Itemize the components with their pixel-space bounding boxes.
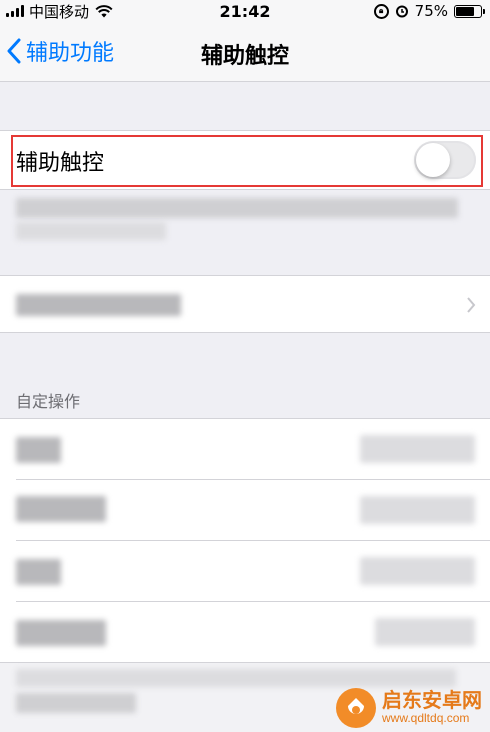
blurred-description-line <box>16 222 166 240</box>
custom-actions-list <box>0 418 490 663</box>
blurred-action-value <box>360 435 475 463</box>
status-bar: 中国移动 21:42 🔒︎ 75% <box>0 0 490 22</box>
blurred-action-label <box>16 496 106 522</box>
site-watermark: 启东安卓网 www.qdltdq.com <box>336 688 482 728</box>
blurred-footer-label <box>16 693 136 713</box>
blurred-action-label <box>16 620 106 646</box>
action-row[interactable] <box>0 419 490 480</box>
blurred-action-label <box>16 437 61 463</box>
page-title: 辅助触控 <box>200 44 289 69</box>
assistive-touch-cell: 辅助触控 <box>0 130 490 190</box>
action-row[interactable] <box>0 480 490 541</box>
blurred-action-value <box>360 557 475 585</box>
watermark-logo-icon <box>336 688 376 728</box>
watermark-name: 启东安卓网 <box>382 690 482 713</box>
battery-percentage: 75% <box>414 2 448 20</box>
watermark-url: www.qdltdq.com <box>382 711 470 726</box>
blurred-description-line <box>16 198 458 218</box>
blurred-footer-text <box>16 669 456 687</box>
blurred-action-value <box>360 496 475 524</box>
custom-actions-header: 自定操作 <box>16 392 81 411</box>
blurred-action-value <box>375 618 475 646</box>
blurred-cell-label <box>16 294 181 316</box>
action-row[interactable] <box>0 541 490 602</box>
assistive-touch-switch[interactable] <box>414 141 476 179</box>
alarm-icon <box>395 5 408 18</box>
orientation-lock-icon: 🔒︎ <box>373 3 389 19</box>
navigation-bar: 辅助功能 辅助触控 <box>0 22 490 82</box>
assistive-touch-label: 辅助触控 <box>16 151 105 176</box>
chevron-right-icon <box>467 297 476 313</box>
battery-icon <box>454 4 485 18</box>
blurred-menu-cell[interactable] <box>0 275 490 333</box>
blurred-action-label <box>16 559 61 585</box>
action-row[interactable] <box>0 602 490 663</box>
switch-knob <box>416 143 450 177</box>
